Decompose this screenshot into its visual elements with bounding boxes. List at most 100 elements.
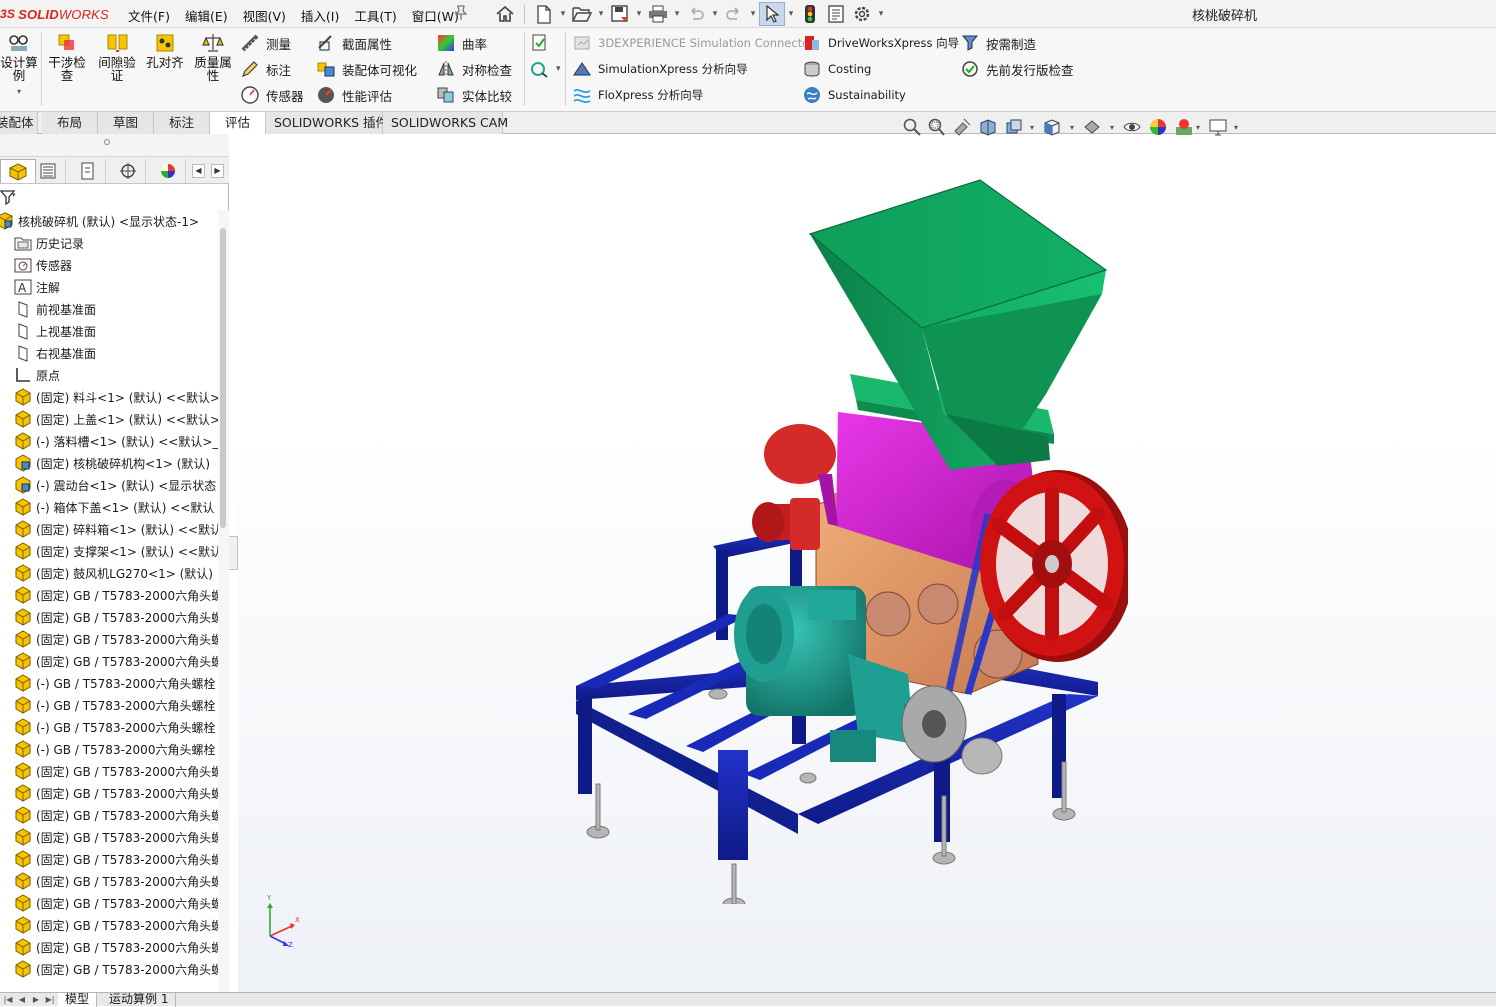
tree-item[interactable]: ›(固定) 料斗<1> (默认) <<默认> — [14, 386, 218, 408]
tree-item[interactable]: A 注解 — [14, 276, 218, 298]
chevron-down-icon[interactable]: ▾ — [557, 9, 569, 19]
file-properties-icon[interactable] — [823, 2, 849, 26]
mass-properties-button[interactable]: 质量属 性 — [190, 32, 236, 82]
menu-insert[interactable]: 插入(I) — [301, 6, 339, 25]
measure-button[interactable]: 测量 — [240, 32, 291, 54]
tree-item[interactable]: ›(固定) 核桃破碎机构<1> (默认) — [14, 452, 218, 474]
chevron-down-icon[interactable]: ▾ — [875, 9, 887, 19]
chevron-down-icon[interactable]: ▾ — [633, 9, 645, 19]
menu-window[interactable]: 窗口(W) — [412, 6, 459, 25]
performance-evaluation-button[interactable]: 性能评估 — [316, 84, 392, 106]
simulationxpress-button[interactable]: SimulationXpress 分析向导 — [572, 58, 748, 80]
interference-button[interactable]: 干涉检 查 — [44, 32, 90, 82]
scrollbar-thumb[interactable] — [220, 228, 226, 528]
previous-tab-arrow-icon[interactable]: ◀ — [16, 994, 28, 1006]
view-settings-icon[interactable] — [1208, 117, 1234, 137]
hole-alignment-button[interactable]: 孔对齐 — [142, 32, 188, 69]
chevron-down-icon[interactable]: ▾ — [1196, 123, 1208, 132]
sustainability-button[interactable]: Sustainability — [802, 84, 906, 106]
make-on-demand-button[interactable]: 按需制造 — [960, 32, 1036, 54]
tab-scroll-right-icon[interactable]: ▶ — [211, 164, 224, 178]
tree-item[interactable]: ›(固定) GB / T5783-2000六角头螺 — [14, 760, 218, 782]
driveworksxpress-button[interactable]: DriveWorksXpress 向导 — [802, 32, 959, 54]
chevron-down-icon[interactable]: ▾ — [1070, 123, 1082, 132]
tree-item[interactable]: ›(固定) GB / T5783-2000六角头螺 — [14, 782, 218, 804]
tree-item[interactable]: ›(固定) GB / T5783-2000六角头螺 — [14, 606, 218, 628]
tree-item[interactable]: ›(固定) GB / T5783-2000六角头螺 — [14, 804, 218, 826]
3dexperience-simulation-connector-button[interactable]: 3DEXPERIENCE Simulation Connector — [572, 32, 814, 54]
tree-item[interactable]: 上视基准面 — [14, 320, 218, 342]
tree-item[interactable]: ›(固定) GB / T5783-2000六角头螺 — [14, 848, 218, 870]
menu-tools[interactable]: 工具(T) — [354, 6, 396, 25]
next-tab-arrow-icon[interactable]: ▶ — [30, 994, 42, 1006]
last-tab-arrow-icon[interactable]: ▶| — [44, 994, 56, 1006]
chevron-down-icon[interactable]: ▾ — [785, 9, 797, 19]
rebuild-icon[interactable] — [797, 2, 823, 26]
tree-item[interactable]: ›(固定) GB / T5783-2000六角头螺 — [14, 936, 218, 958]
new-icon[interactable] — [531, 2, 557, 26]
tab-evaluate[interactable]: 评估 — [210, 112, 266, 134]
tree-item[interactable]: ›(-) 震动台<1> (默认) <显示状态 — [14, 474, 218, 496]
tree-item[interactable]: ›(固定) 上盖<1> (默认) <<默认> — [14, 408, 218, 430]
open-icon[interactable] — [569, 2, 595, 26]
first-tab-arrow-icon[interactable]: |◀ — [2, 994, 14, 1006]
design-study-button[interactable]: 设计算 例 ▾ — [0, 32, 38, 98]
home-icon[interactable] — [492, 2, 518, 26]
zoom-to-area-icon[interactable] — [926, 117, 952, 137]
panel-splitter-handle[interactable] — [229, 536, 238, 570]
tree-root-assembly[interactable]: 核桃破碎机 (默认) <显示状态-1> — [0, 210, 214, 232]
dimxpert-tab-icon[interactable] — [110, 159, 146, 183]
view-orientation-icon[interactable] — [1042, 117, 1070, 137]
geometry-analysis-button[interactable]: ▾ — [530, 58, 561, 80]
edit-appearance-icon[interactable] — [1148, 117, 1174, 137]
tab-solidworks-cam[interactable]: SOLIDWORKS CAM — [383, 112, 508, 134]
tab-markup[interactable]: 标注 — [154, 112, 210, 134]
tree-filter[interactable]: ▾ — [0, 186, 229, 208]
curvature-button[interactable]: 曲率 — [436, 32, 487, 54]
redo-icon[interactable] — [721, 2, 747, 26]
print-icon[interactable] — [645, 2, 671, 26]
tree-item[interactable]: ›(固定) GB / T5783-2000六角头螺 — [14, 628, 218, 650]
displaymanager-tab-icon[interactable] — [150, 159, 186, 183]
propertymanager-tab-icon[interactable] — [30, 159, 66, 183]
options-icon[interactable] — [849, 2, 875, 26]
tree-item[interactable]: ›(-) 箱体下盖<1> (默认) <<默认 — [14, 496, 218, 518]
tree-item[interactable]: ›(-) GB / T5783-2000六角头螺栓 — [14, 738, 218, 760]
dynamic-annotation-view-icon[interactable] — [1004, 117, 1030, 137]
leveling-feet[interactable] — [586, 688, 1076, 904]
chevron-down-icon[interactable]: ▾ — [747, 9, 759, 19]
tree-item[interactable]: ›(固定) GB / T5783-2000六角头螺 — [14, 650, 218, 672]
configurationmanager-tab-icon[interactable] — [70, 159, 106, 183]
previous-view-icon[interactable] — [952, 117, 978, 137]
tree-item[interactable]: ›(固定) GB / T5783-2000六角头螺 — [14, 870, 218, 892]
tree-scrollbar[interactable] — [218, 210, 229, 992]
zoom-to-fit-icon[interactable] — [902, 117, 926, 137]
menu-file[interactable]: 文件(F) — [128, 6, 170, 25]
section-view-icon[interactable] — [978, 117, 1004, 137]
tab-model[interactable]: 模型 — [58, 993, 98, 1007]
tree-item[interactable]: ›(-) GB / T5783-2000六角头螺栓 — [14, 672, 218, 694]
chevron-down-icon[interactable]: ▾ — [671, 9, 683, 19]
previous-release-check-button[interactable]: 先前发行版检查 — [960, 58, 1074, 80]
symmetry-check-button[interactable]: 对称检查 — [436, 58, 512, 80]
floxpress-button[interactable]: FloXpress 分析向导 — [572, 84, 703, 106]
tree-item[interactable]: ›(固定) GB / T5783-2000六角头螺 — [14, 958, 218, 980]
select-icon[interactable] — [759, 2, 785, 26]
tab-layout[interactable]: 布局 — [42, 112, 98, 134]
chevron-down-icon[interactable]: ▾ — [12, 191, 16, 199]
tree-item[interactable]: ›(固定) 鼓风机LG270<1> (默认) — [14, 562, 218, 584]
check-button[interactable] — [530, 32, 556, 54]
tree-item[interactable]: 原点 — [14, 364, 218, 386]
tree-item[interactable]: 右视基准面 — [14, 342, 218, 364]
tree-item[interactable]: 前视基准面 — [14, 298, 218, 320]
compare-bodies-button[interactable]: 实体比较 — [436, 84, 512, 106]
tree-item[interactable]: 传感器 — [14, 254, 218, 276]
undo-icon[interactable] — [683, 2, 709, 26]
assembly-visualization-button[interactable]: 装配体可视化 — [316, 58, 417, 80]
panel-grip[interactable] — [0, 134, 229, 156]
save-icon[interactable] — [607, 2, 633, 26]
pin-icon[interactable] — [454, 5, 468, 21]
display-style-icon[interactable] — [1082, 117, 1110, 137]
chevron-down-icon[interactable]: ▾ — [1110, 123, 1122, 132]
costing-button[interactable]: Costing — [802, 58, 871, 80]
